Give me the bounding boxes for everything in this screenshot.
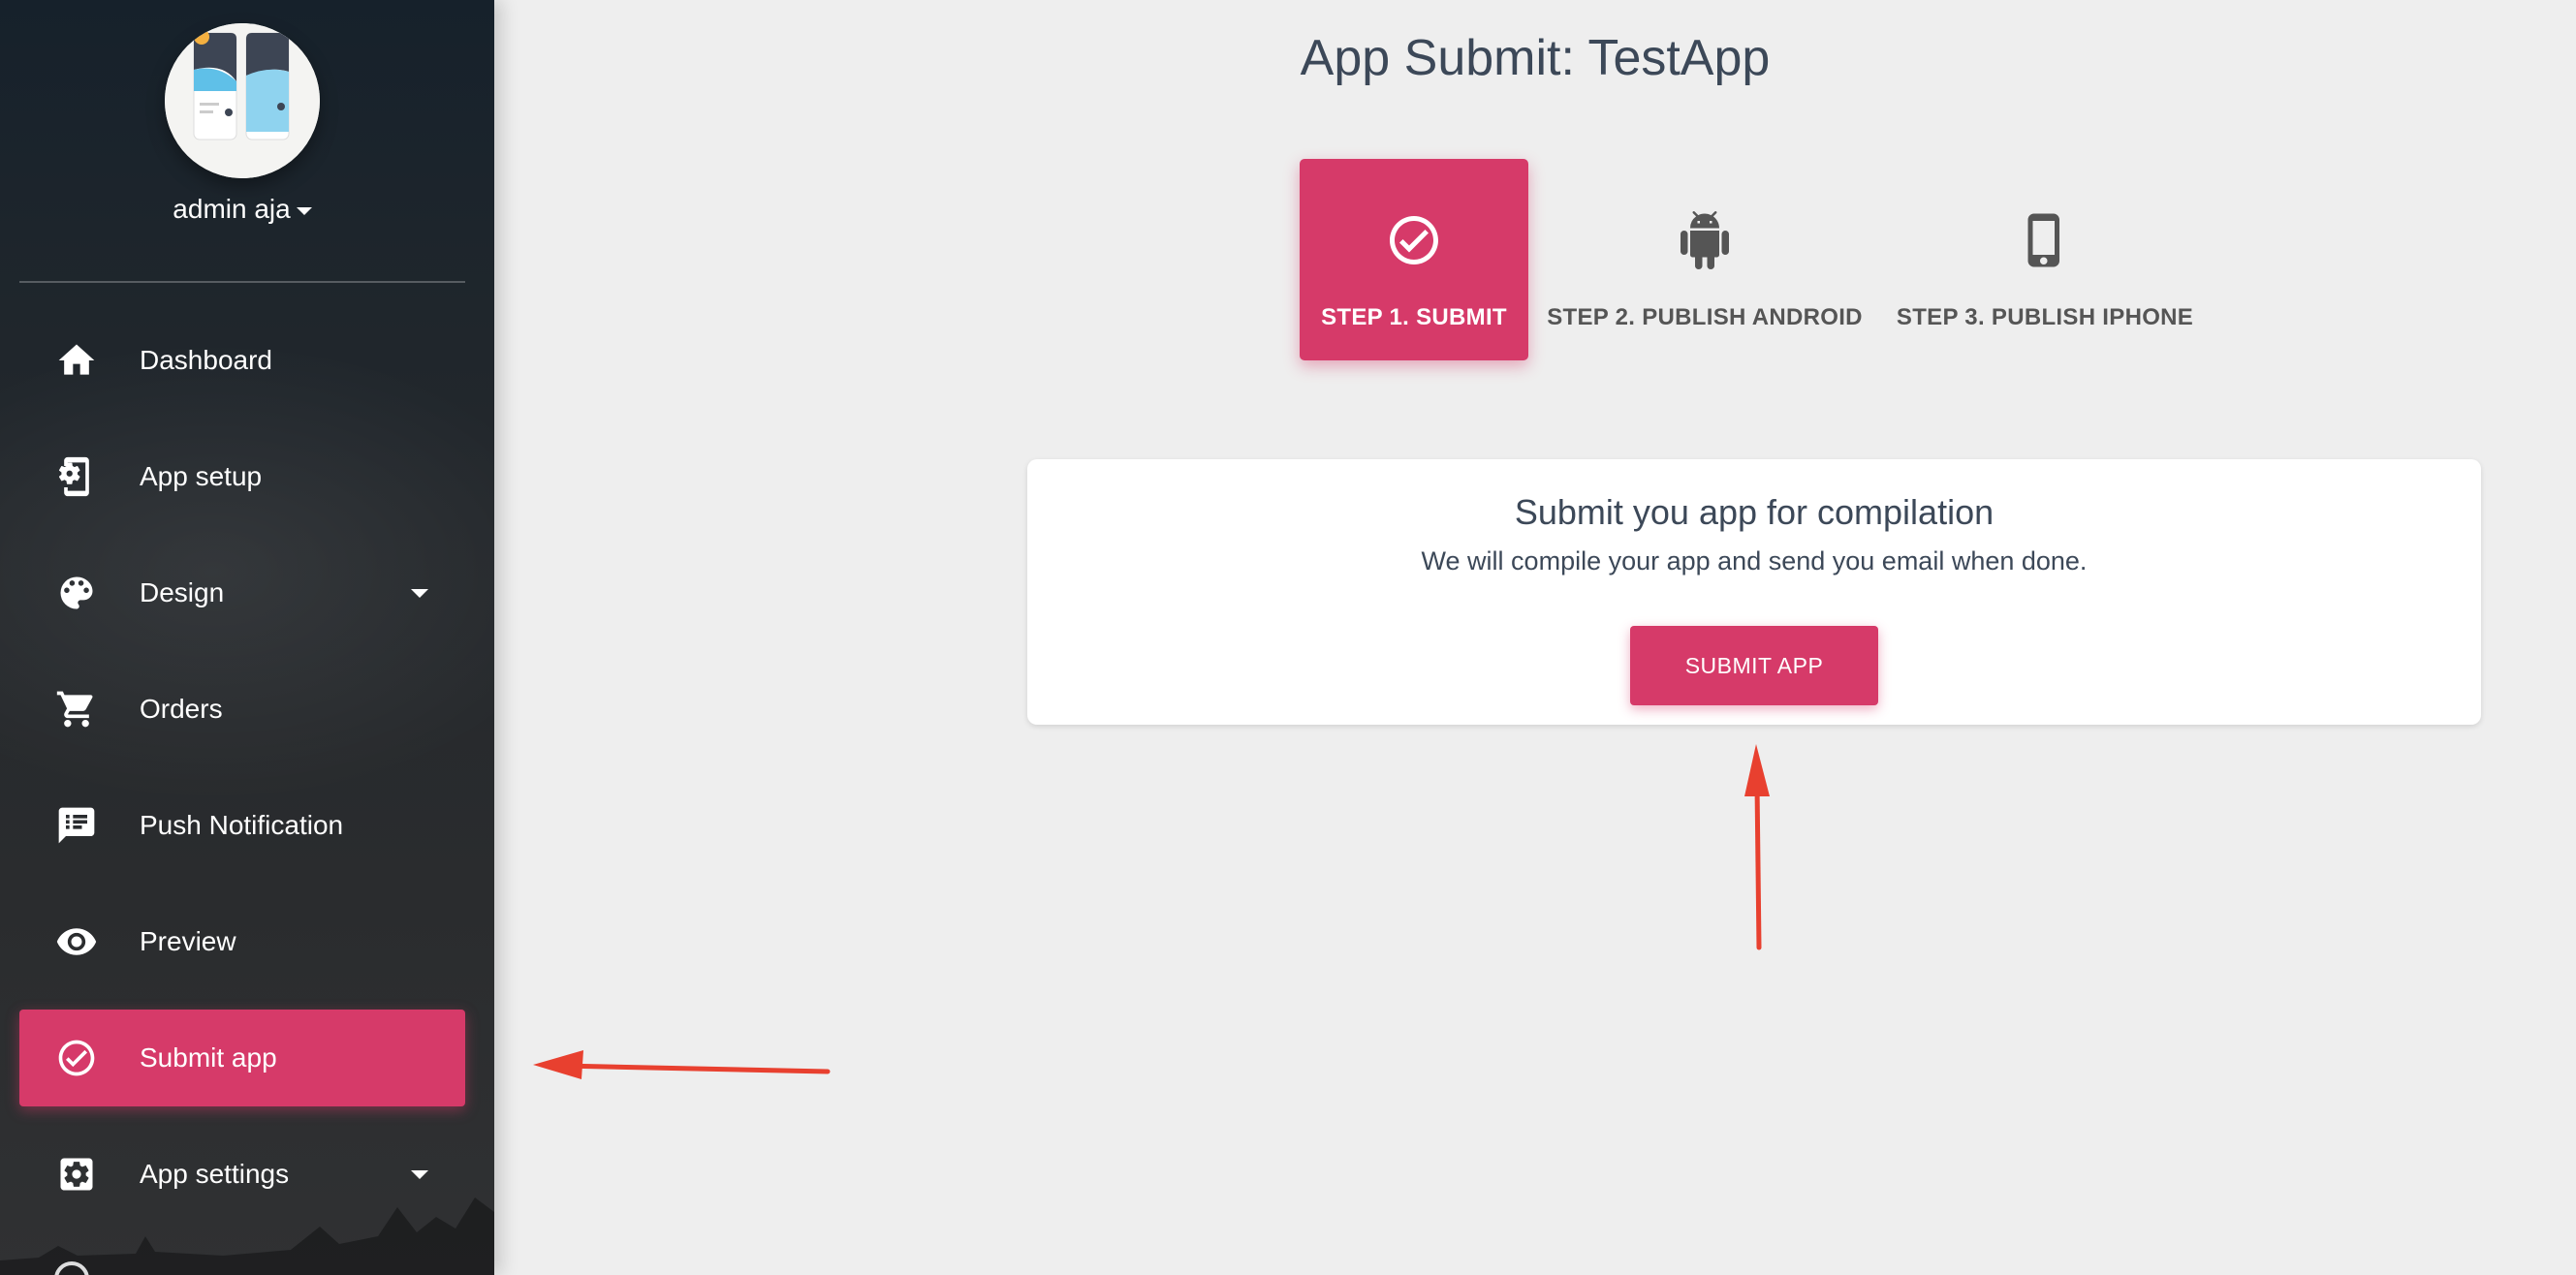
user-name: admin aja (173, 194, 291, 224)
android-icon (1676, 209, 1734, 271)
step-publish-iphone[interactable]: STEP 3. PUBLISH IPHONE (1896, 159, 2194, 360)
caret-down-icon (411, 589, 428, 598)
step-label: STEP 2. PUBLISH ANDROID (1547, 304, 1863, 330)
sidebar-item-app-setup[interactable]: App setup (19, 428, 465, 525)
sidebar-item-label: Push Notification (140, 810, 344, 840)
sidebar-item-label: Submit app (140, 1042, 277, 1073)
sidebar-item-partial-icon (54, 1261, 89, 1275)
check-circle-icon (1385, 209, 1443, 271)
chat-list-icon (54, 803, 99, 848)
sidebar-item-preview[interactable]: Preview (19, 893, 465, 990)
sidebar-item-design[interactable]: Design (19, 544, 465, 641)
submit-app-button[interactable]: SUBMIT APP (1630, 626, 1878, 705)
sidebar-item-label: App setup (140, 461, 263, 491)
sidebar-item-orders[interactable]: Orders (19, 661, 465, 758)
sidebar-item-dashboard[interactable]: Dashboard (19, 312, 465, 409)
step-label: STEP 1. SUBMIT (1321, 304, 1507, 330)
sidebar-item-label: Dashboard (140, 345, 272, 375)
annotation-arrow-up (1744, 744, 1770, 950)
step-publish-android[interactable]: STEP 2. PUBLISH ANDROID (1547, 159, 1863, 360)
step-submit[interactable]: STEP 1. SUBMIT (1300, 159, 1528, 360)
submit-card: Submit you app for compilation We will c… (1027, 459, 2481, 725)
annotation-arrow-left (533, 1050, 831, 1079)
page-title: App Submit: TestApp (1300, 30, 1771, 86)
sidebar-item-label: Orders (140, 694, 223, 724)
avatar (165, 23, 320, 178)
smartphone-icon (2016, 209, 2074, 271)
app-preview-image (165, 23, 320, 178)
gear-icon (54, 1152, 99, 1197)
check-circle-icon (54, 1036, 99, 1080)
user-menu-toggle[interactable]: admin aja (0, 194, 485, 225)
card-text: We will compile your app and send you em… (1421, 546, 2088, 575)
eye-icon (54, 919, 99, 964)
sidebar-item-label: App settings (140, 1159, 290, 1189)
sidebar-item-label: Design (140, 577, 225, 607)
caret-down-icon (296, 206, 312, 215)
sidebar-item-submit-app[interactable]: Submit app (19, 1010, 465, 1106)
sidebar: admin aja Dashboard App setup Design Ord… (0, 0, 494, 1275)
sidebar-item-push-notification[interactable]: Push Notification (19, 777, 465, 874)
home-icon (54, 338, 99, 383)
caret-down-icon (411, 1170, 428, 1179)
sidebar-divider (19, 281, 465, 283)
card-title: Submit you app for compilation (1514, 492, 1995, 532)
palette-icon (54, 571, 99, 615)
phone-settings-icon (54, 454, 99, 499)
step-label: STEP 3. PUBLISH IPHONE (1896, 304, 2194, 330)
sidebar-item-label: Preview (140, 926, 236, 956)
sidebar-item-app-settings[interactable]: App settings (19, 1126, 465, 1223)
cart-icon (54, 687, 99, 731)
